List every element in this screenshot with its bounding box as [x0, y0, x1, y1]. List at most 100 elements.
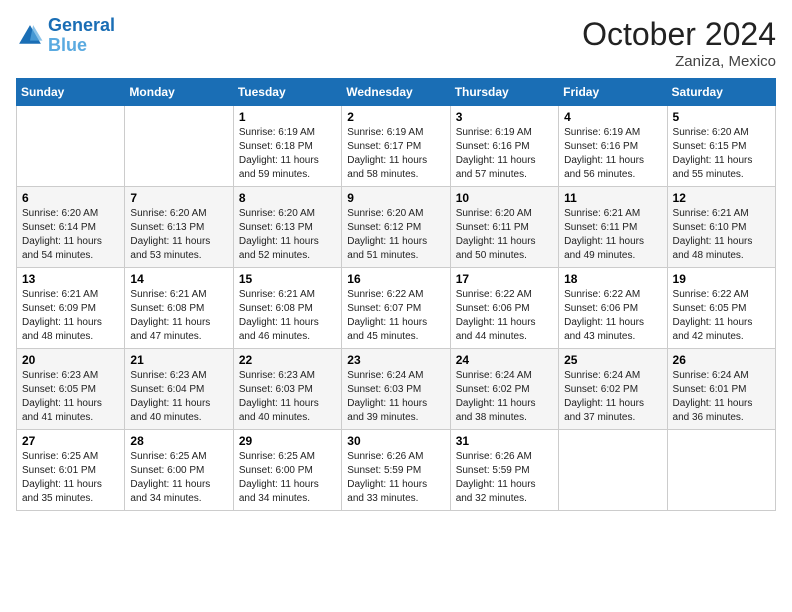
cell-info: Sunrise: 6:22 AMSunset: 6:05 PMDaylight:… [673, 288, 770, 344]
day-number: 10 [456, 191, 553, 205]
day-number: 16 [347, 272, 444, 286]
cell-info: Sunrise: 6:24 AMSunset: 6:02 PMDaylight:… [456, 369, 553, 425]
cell-info: Sunrise: 6:20 AMSunset: 6:13 PMDaylight:… [130, 207, 227, 263]
cell-info: Sunrise: 6:22 AMSunset: 6:06 PMDaylight:… [456, 288, 553, 344]
calendar-cell: 27 Sunrise: 6:25 AMSunset: 6:01 PMDayligh… [17, 430, 125, 511]
day-number: 14 [130, 272, 227, 286]
calendar-cell: 28 Sunrise: 6:25 AMSunset: 6:00 PMDayligh… [125, 430, 233, 511]
cell-info: Sunrise: 6:26 AMSunset: 5:59 PMDaylight:… [347, 450, 444, 506]
cell-info: Sunrise: 6:19 AMSunset: 6:18 PMDaylight:… [239, 126, 336, 182]
calendar-cell: 23 Sunrise: 6:24 AMSunset: 6:03 PMDayligh… [342, 349, 450, 430]
month-year: October 2024 [582, 16, 776, 53]
day-number: 17 [456, 272, 553, 286]
calendar-cell: 17 Sunrise: 6:22 AMSunset: 6:06 PMDayligh… [450, 268, 558, 349]
day-number: 18 [564, 272, 661, 286]
calendar-cell [559, 430, 667, 511]
calendar-cell: 1Sunrise: 6:19 AMSunset: 6:18 PMDaylight… [233, 106, 341, 187]
calendar-cell: 8Sunrise: 6:20 AMSunset: 6:13 PMDaylight… [233, 187, 341, 268]
calendar-cell: 15Sunrise: 6:21 AMSunset: 6:08 PMDayligh… [233, 268, 341, 349]
calendar-cell: 22 Sunrise: 6:23 AMSunset: 6:03 PMDayligh… [233, 349, 341, 430]
cell-info: Sunrise: 6:20 AMSunset: 6:11 PMDaylight:… [456, 207, 553, 263]
calendar-cell: 14 Sunrise: 6:21 AMSunset: 6:08 PMDayligh… [125, 268, 233, 349]
day-number: 23 [347, 353, 444, 367]
cell-info: Sunrise: 6:25 AMSunset: 6:00 PMDaylight:… [130, 450, 227, 506]
day-number: 12 [673, 191, 770, 205]
calendar-cell: 6Sunrise: 6:20 AMSunset: 6:14 PMDaylight… [17, 187, 125, 268]
calendar-cell: 13 Sunrise: 6:21 AMSunset: 6:09 PMDayligh… [17, 268, 125, 349]
day-number: 19 [673, 272, 770, 286]
calendar-table: SundayMondayTuesdayWednesdayThursdayFrid… [16, 78, 776, 511]
day-number: 9 [347, 191, 444, 205]
calendar-week-row: 6Sunrise: 6:20 AMSunset: 6:14 PMDaylight… [17, 187, 776, 268]
day-number: 28 [130, 434, 227, 448]
logo: GeneralBlue [16, 16, 115, 56]
day-number: 13 [22, 272, 119, 286]
calendar-cell: 21 Sunrise: 6:23 AMSunset: 6:04 PMDayligh… [125, 349, 233, 430]
day-number: 3 [456, 110, 553, 124]
cell-info: Sunrise: 6:20 AMSunset: 6:13 PMDaylight:… [239, 207, 336, 263]
cell-info: Sunrise: 6:22 AMSunset: 6:07 PMDaylight:… [347, 288, 444, 344]
calendar-cell: 2 Sunrise: 6:19 AMSunset: 6:17 PMDaylight… [342, 106, 450, 187]
cell-info: Sunrise: 6:23 AMSunset: 6:05 PMDaylight:… [22, 369, 119, 425]
cell-info: Sunrise: 6:19 AMSunset: 6:17 PMDaylight:… [347, 126, 444, 182]
day-number: 24 [456, 353, 553, 367]
day-number: 2 [347, 110, 444, 124]
day-of-week-header: Sunday [17, 79, 125, 106]
day-number: 25 [564, 353, 661, 367]
calendar-cell: 11 Sunrise: 6:21 AMSunset: 6:11 PMDayligh… [559, 187, 667, 268]
cell-info: Sunrise: 6:23 AMSunset: 6:04 PMDaylight:… [130, 369, 227, 425]
calendar-cell: 24 Sunrise: 6:24 AMSunset: 6:02 PMDayligh… [450, 349, 558, 430]
cell-info: Sunrise: 6:21 AMSunset: 6:08 PMDaylight:… [239, 288, 336, 344]
day-number: 27 [22, 434, 119, 448]
cell-info: Sunrise: 6:26 AMSunset: 5:59 PMDaylight:… [456, 450, 553, 506]
day-of-week-header: Friday [559, 79, 667, 106]
calendar-cell: 20 Sunrise: 6:23 AMSunset: 6:05 PMDayligh… [17, 349, 125, 430]
day-number: 11 [564, 191, 661, 205]
calendar-cell [125, 106, 233, 187]
location: Zaniza, Mexico [582, 53, 776, 70]
cell-info: Sunrise: 6:21 AMSunset: 6:09 PMDaylight:… [22, 288, 119, 344]
cell-info: Sunrise: 6:21 AMSunset: 6:11 PMDaylight:… [564, 207, 661, 263]
day-number: 26 [673, 353, 770, 367]
cell-info: Sunrise: 6:20 AMSunset: 6:12 PMDaylight:… [347, 207, 444, 263]
cell-info: Sunrise: 6:24 AMSunset: 6:02 PMDaylight:… [564, 369, 661, 425]
day-number: 7 [130, 191, 227, 205]
cell-info: Sunrise: 6:25 AMSunset: 6:01 PMDaylight:… [22, 450, 119, 506]
cell-info: Sunrise: 6:20 AMSunset: 6:15 PMDaylight:… [673, 126, 770, 182]
day-number: 20 [22, 353, 119, 367]
cell-info: Sunrise: 6:19 AMSunset: 6:16 PMDaylight:… [564, 126, 661, 182]
calendar-week-row: 27 Sunrise: 6:25 AMSunset: 6:01 PMDayligh… [17, 430, 776, 511]
cell-info: Sunrise: 6:24 AMSunset: 6:03 PMDaylight:… [347, 369, 444, 425]
day-of-week-header: Thursday [450, 79, 558, 106]
day-of-week-header: Wednesday [342, 79, 450, 106]
calendar-cell: 31 Sunrise: 6:26 AMSunset: 5:59 PMDayligh… [450, 430, 558, 511]
day-of-week-header: Tuesday [233, 79, 341, 106]
day-number: 22 [239, 353, 336, 367]
cell-info: Sunrise: 6:19 AMSunset: 6:16 PMDaylight:… [456, 126, 553, 182]
cell-info: Sunrise: 6:25 AMSunset: 6:00 PMDaylight:… [239, 450, 336, 506]
day-number: 30 [347, 434, 444, 448]
calendar-cell: 10 Sunrise: 6:20 AMSunset: 6:11 PMDayligh… [450, 187, 558, 268]
calendar-week-row: 1Sunrise: 6:19 AMSunset: 6:18 PMDaylight… [17, 106, 776, 187]
cell-info: Sunrise: 6:21 AMSunset: 6:10 PMDaylight:… [673, 207, 770, 263]
calendar-cell [17, 106, 125, 187]
title-block: October 2024 Zaniza, Mexico [582, 16, 776, 70]
day-number: 4 [564, 110, 661, 124]
cell-info: Sunrise: 6:24 AMSunset: 6:01 PMDaylight:… [673, 369, 770, 425]
logo-text: GeneralBlue [48, 16, 115, 56]
day-number: 31 [456, 434, 553, 448]
calendar-week-row: 20 Sunrise: 6:23 AMSunset: 6:05 PMDayligh… [17, 349, 776, 430]
cell-info: Sunrise: 6:22 AMSunset: 6:06 PMDaylight:… [564, 288, 661, 344]
cell-info: Sunrise: 6:21 AMSunset: 6:08 PMDaylight:… [130, 288, 227, 344]
day-of-week-header: Monday [125, 79, 233, 106]
day-number: 29 [239, 434, 336, 448]
calendar-cell: 3 Sunrise: 6:19 AMSunset: 6:16 PMDaylight… [450, 106, 558, 187]
cell-info: Sunrise: 6:23 AMSunset: 6:03 PMDaylight:… [239, 369, 336, 425]
calendar-cell [667, 430, 775, 511]
calendar-cell: 18 Sunrise: 6:22 AMSunset: 6:06 PMDayligh… [559, 268, 667, 349]
calendar-cell: 12 Sunrise: 6:21 AMSunset: 6:10 PMDayligh… [667, 187, 775, 268]
cell-info: Sunrise: 6:20 AMSunset: 6:14 PMDaylight:… [22, 207, 119, 263]
calendar-cell: 25 Sunrise: 6:24 AMSunset: 6:02 PMDayligh… [559, 349, 667, 430]
day-of-week-header: Saturday [667, 79, 775, 106]
day-number: 21 [130, 353, 227, 367]
